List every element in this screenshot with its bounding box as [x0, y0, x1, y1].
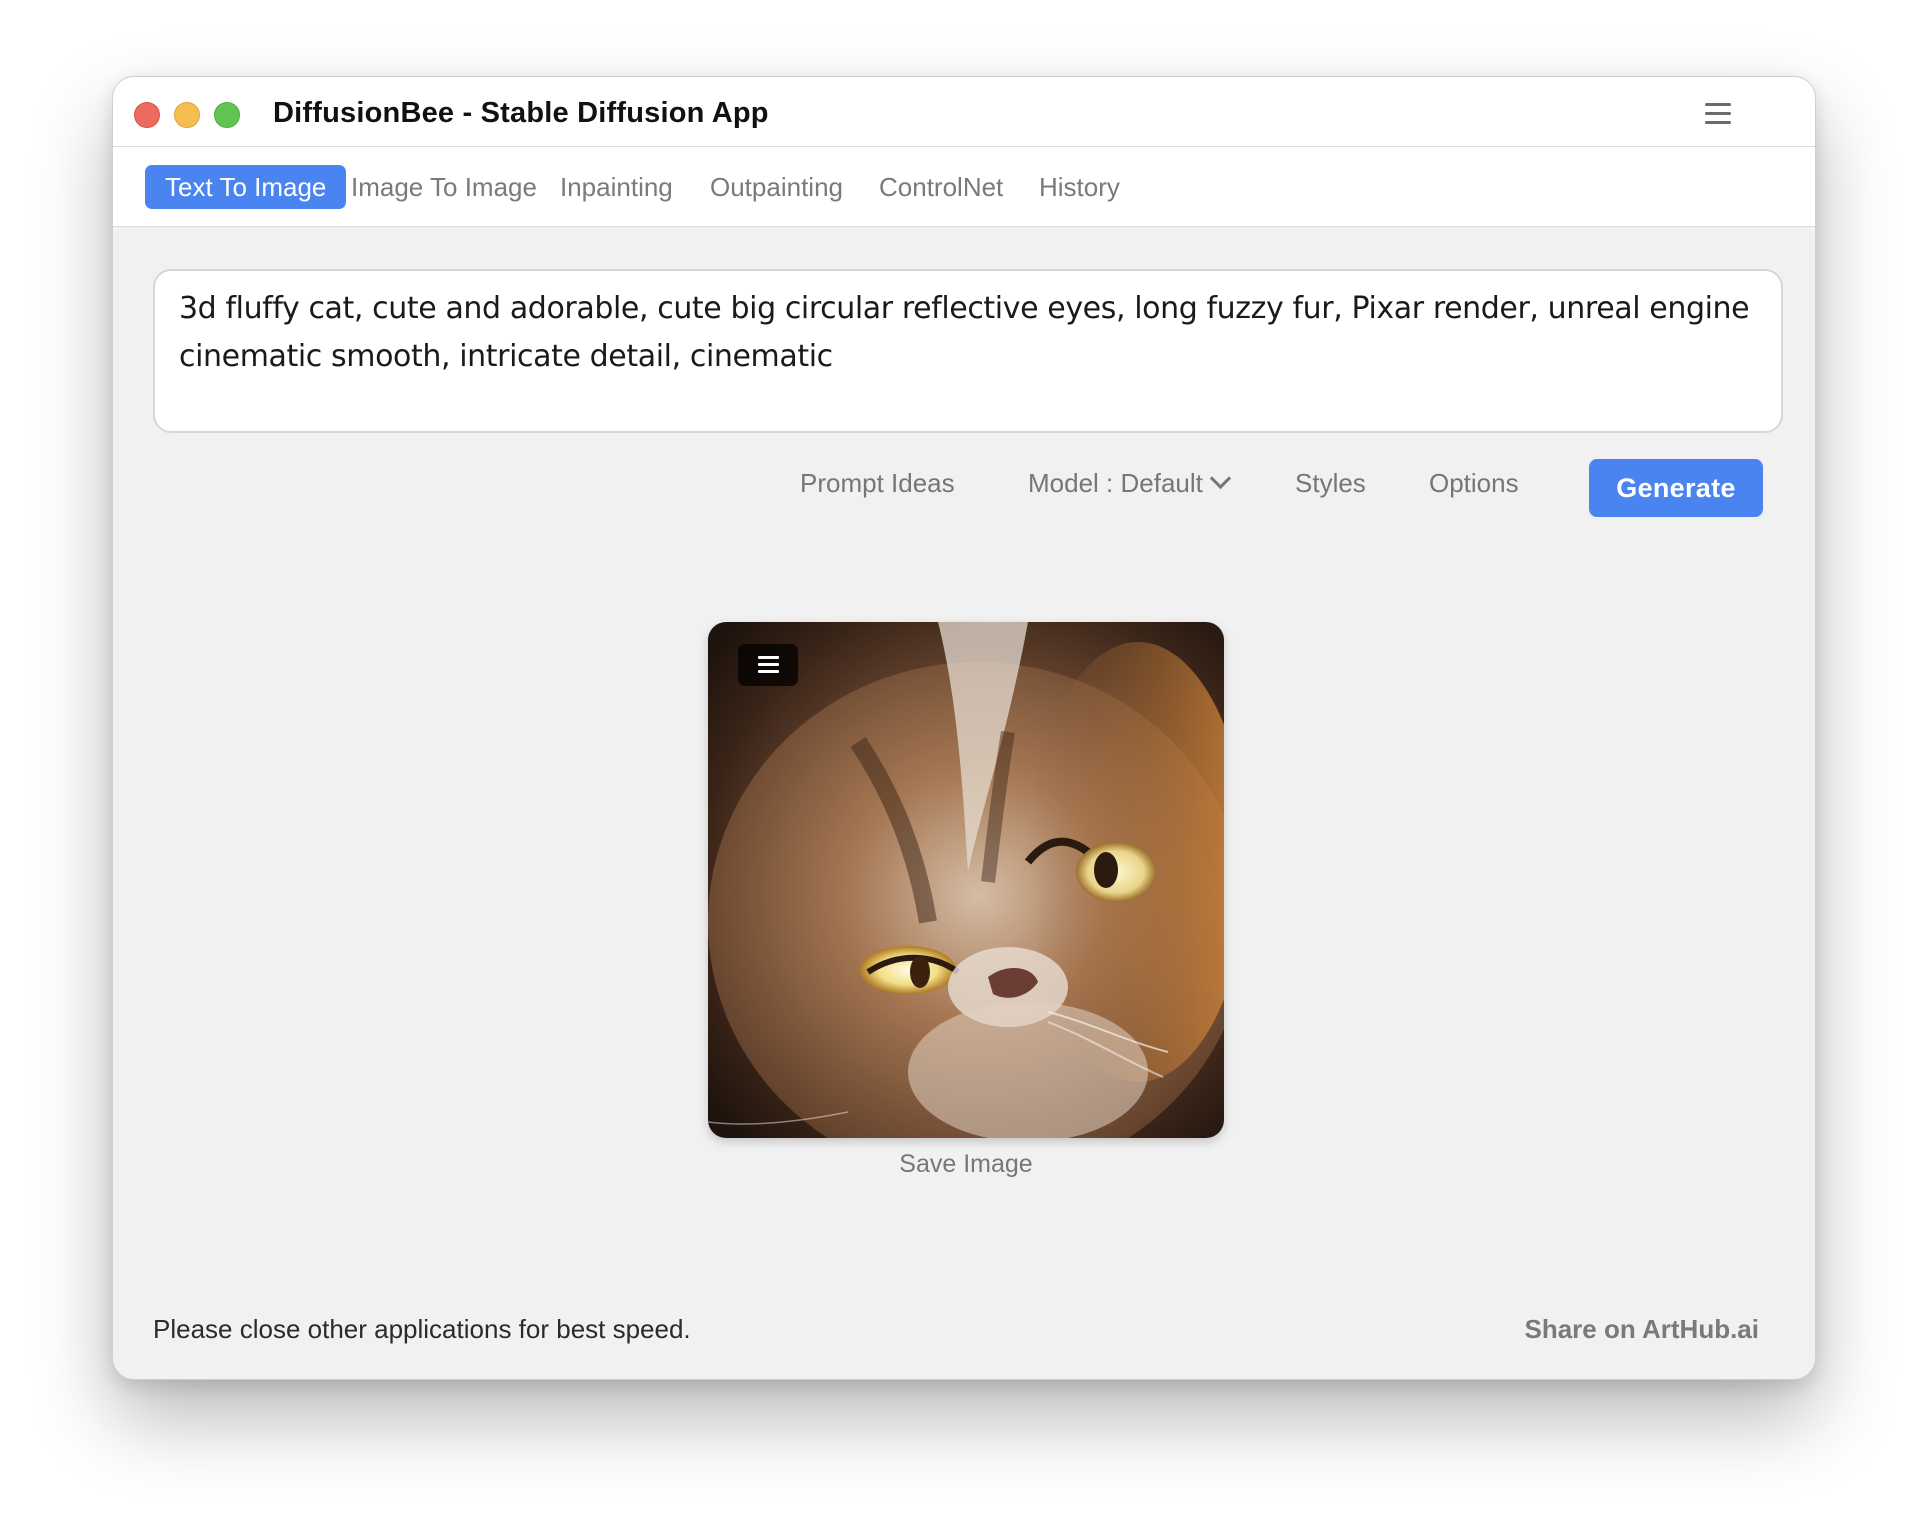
- app-window: DiffusionBee - Stable Diffusion App Text…: [112, 76, 1816, 1380]
- tab-text-to-image[interactable]: Text To Image: [145, 165, 347, 209]
- hamburger-menu-icon[interactable]: [1705, 103, 1731, 125]
- tab-controlnet[interactable]: ControlNet: [859, 165, 1023, 209]
- tab-inpainting[interactable]: Inpainting: [540, 165, 693, 209]
- tab-history[interactable]: History: [1019, 165, 1140, 209]
- image-menu-icon[interactable]: [738, 644, 798, 686]
- tab-image-to-image[interactable]: Image To Image: [331, 165, 557, 209]
- share-arthub-link[interactable]: Share on ArtHub.ai: [1524, 1313, 1759, 1345]
- chevron-down-icon: [1209, 467, 1231, 490]
- generated-image: [708, 622, 1224, 1138]
- generate-button[interactable]: Generate: [1589, 459, 1763, 517]
- styles-button[interactable]: Styles: [1295, 467, 1366, 499]
- prompt-ideas-button[interactable]: Prompt Ideas: [800, 467, 955, 499]
- prompt-input[interactable]: 3d fluffy cat, cute and adorable, cute b…: [153, 269, 1783, 433]
- model-select[interactable]: Model : Default: [1028, 467, 1231, 499]
- tab-bar: Text To Image Image To Image Inpainting …: [113, 147, 1815, 227]
- desktop-stage: DiffusionBee - Stable Diffusion App Text…: [0, 0, 1924, 1524]
- cat-image: [708, 622, 1224, 1138]
- close-window-button[interactable]: [134, 102, 160, 128]
- window-title: DiffusionBee - Stable Diffusion App: [273, 97, 769, 129]
- maximize-window-button[interactable]: [214, 102, 240, 128]
- tab-outpainting[interactable]: Outpainting: [690, 165, 863, 209]
- title-bar: DiffusionBee - Stable Diffusion App: [113, 77, 1815, 147]
- options-button[interactable]: Options: [1429, 467, 1519, 499]
- status-message: Please close other applications for best…: [153, 1314, 691, 1344]
- model-select-label: Model : Default: [1028, 468, 1203, 498]
- save-image-button[interactable]: Save Image: [708, 1147, 1224, 1181]
- minimize-window-button[interactable]: [174, 102, 200, 128]
